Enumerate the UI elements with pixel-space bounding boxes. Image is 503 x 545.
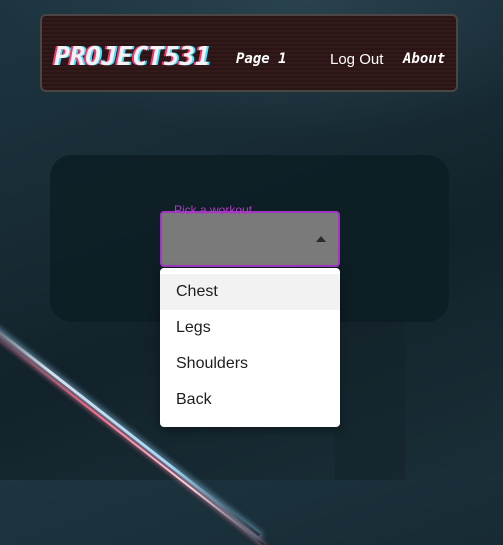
workout-options-menu: Chest Legs Shoulders Back: [160, 268, 340, 427]
option-chest[interactable]: Chest: [160, 274, 340, 310]
option-back[interactable]: Back: [160, 382, 340, 418]
about-link[interactable]: About: [403, 51, 445, 67]
navbar: PROJECT531 Page 1 Log Out About: [40, 14, 458, 92]
logo[interactable]: PROJECT531: [54, 42, 211, 72]
logout-link[interactable]: Log Out: [330, 51, 383, 68]
workout-select-label: Pick a workout: [174, 203, 253, 217]
workout-select[interactable]: [160, 211, 340, 267]
option-legs[interactable]: Legs: [160, 310, 340, 346]
nav-page-label[interactable]: Page 1: [236, 51, 287, 67]
caret-up-icon[interactable]: [316, 236, 326, 242]
option-shoulders[interactable]: Shoulders: [160, 346, 340, 382]
